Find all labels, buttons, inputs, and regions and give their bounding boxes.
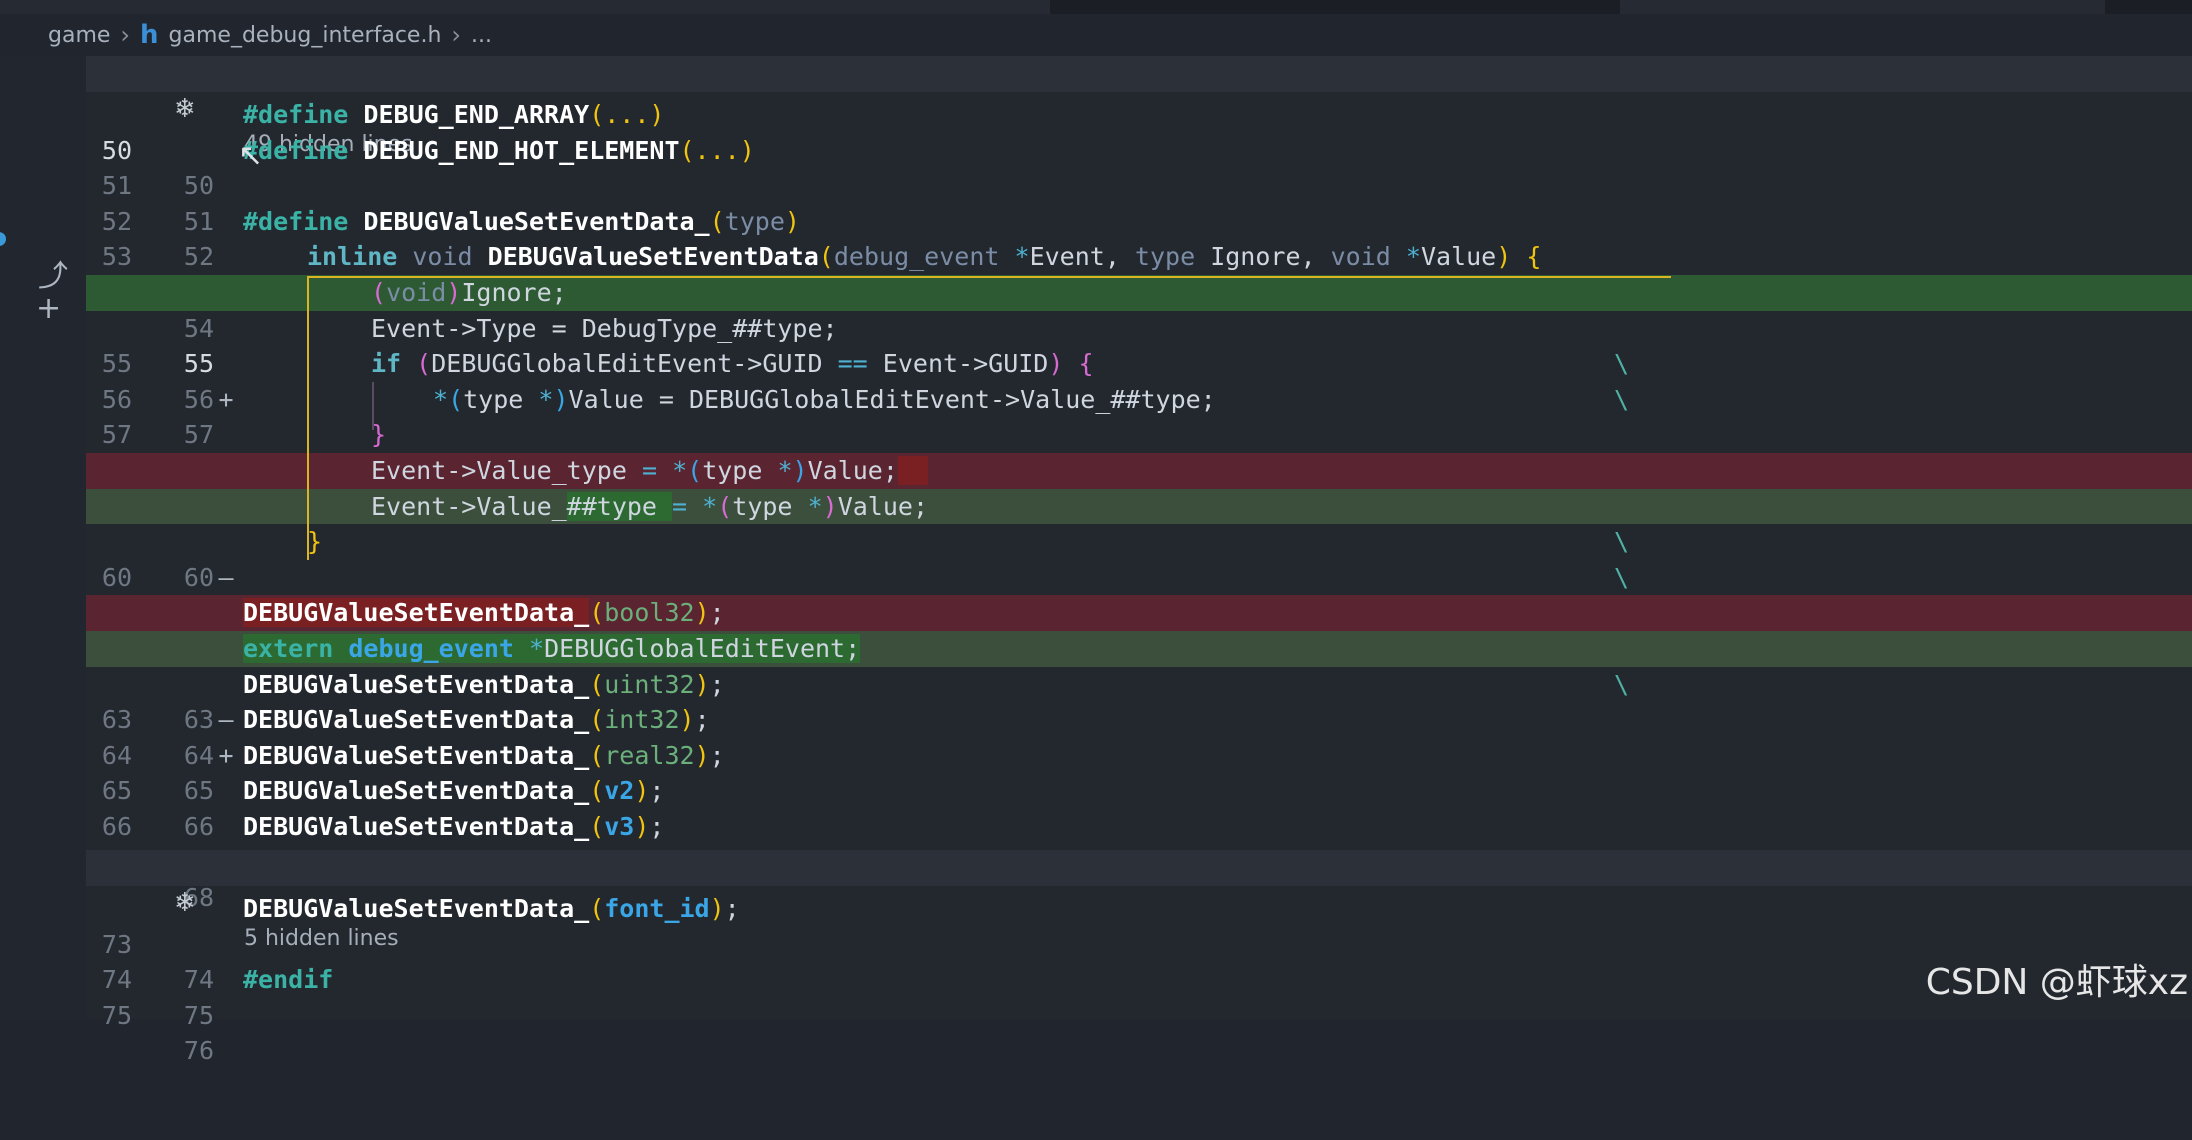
left-gutter: ⤴ + bbox=[0, 56, 86, 1019]
code-line: 63 64 DEBUGValueSetEventData_(uint32); bbox=[86, 667, 2192, 770]
code-text: if (DEBUGGlobalEditEvent->GUID == Event-… bbox=[371, 349, 1094, 379]
code-line: 51 51 #define DEBUG_END_HOT_ELEMENT(...) bbox=[86, 133, 2192, 236]
bracket-guide bbox=[307, 276, 1671, 278]
added-line: 55 + (void)Ignore; \ bbox=[86, 275, 2192, 485]
mouse-cursor-icon: ↖ bbox=[238, 138, 264, 173]
code-text: DEBUGValueSetEventData_(v3); bbox=[243, 812, 665, 841]
code-line: 50 50 #define DEBUG_END_ARRAY(...) bbox=[86, 97, 2192, 200]
code-text: #define DEBUG_END_ARRAY(...) bbox=[243, 100, 665, 129]
bracket-guide bbox=[307, 276, 309, 560]
code-text: DEBUGValueSetEventData_(bool32); bbox=[243, 598, 725, 628]
code-text: Event->Type = DebugType_##type; bbox=[371, 313, 838, 343]
added-line: 60 + Event->Value_##type = *(type *)Valu… bbox=[86, 488, 2192, 699]
code-text: DEBUGValueSetEventData_(int32); bbox=[243, 705, 710, 735]
code-line: 54 54 inline void DEBUGValueSetEventData… bbox=[86, 239, 2192, 413]
line-number-modified: 76 bbox=[183, 1036, 214, 1066]
watermark: CSDN @虾球xz bbox=[1925, 962, 2188, 1003]
code-line: 55 56 Event->Type = DebugType_##type; \ bbox=[86, 311, 2192, 485]
chevron-right-icon: › bbox=[120, 21, 131, 49]
code-text: extern debug_event *DEBUGGlobalEditEvent… bbox=[243, 634, 861, 663]
code-line: 52 52 bbox=[86, 168, 2192, 272]
chevron-right-icon: › bbox=[451, 21, 461, 49]
line-number-original: 75 bbox=[101, 1000, 132, 1030]
deleted-line: 62 — DEBUGValueSetEventData_(bool32); bbox=[86, 595, 2192, 734]
plus-icon[interactable]: + bbox=[36, 294, 61, 324]
code-text: } bbox=[307, 527, 323, 557]
hidden-lines-fold[interactable]: ❄ 5 hidden lines bbox=[86, 850, 2192, 951]
breadcrumb-folder[interactable]: game bbox=[48, 23, 110, 48]
code-line: 58 59 } \ bbox=[86, 417, 2192, 591]
code-text: #define DEBUGValueSetEventData_(type) bbox=[243, 206, 800, 236]
tab-area-left bbox=[0, 0, 1050, 14]
code-line: 73 74 DEBUGValueSetEventData_(font_id); bbox=[86, 891, 2192, 994]
diff-editor[interactable]: ❄ 49 hidden lines 50 50 #define DEBUG_EN… bbox=[86, 56, 2192, 1065]
code-line: 75 76 #endif bbox=[86, 962, 2192, 1065]
tab-area-right bbox=[1620, 0, 2105, 14]
header-file-icon: h bbox=[140, 20, 159, 50]
code-text: *(type *)Value = DEBUGGlobalEditEvent->V… bbox=[433, 384, 1216, 414]
breadcrumb-more[interactable]: ... bbox=[471, 23, 492, 48]
code-line: 60 61 } bbox=[86, 524, 2192, 627]
code-text: inline void DEBUGValueSetEventData(debug… bbox=[307, 242, 1542, 272]
code-line: 65 66 DEBUGValueSetEventData_(real32); bbox=[86, 738, 2192, 841]
indicator-dot bbox=[0, 232, 6, 246]
code-line: 66 67 DEBUGValueSetEventData_(v2); bbox=[86, 773, 2192, 876]
line-number-modified: 75 bbox=[183, 1000, 214, 1030]
code-line: 56 57 if (DEBUGGlobalEditEvent->GUID == … bbox=[86, 346, 2192, 520]
indent-guide bbox=[372, 382, 374, 430]
code-text: #define DEBUG_END_HOT_ELEMENT(...) bbox=[243, 135, 755, 165]
hidden-lines-fold[interactable]: ❄ 49 hidden lines bbox=[86, 56, 2192, 157]
breadcrumb: game › h game_debug_interface.h › ... bbox=[48, 18, 492, 52]
code-line: 64 65 DEBUGValueSetEventData_(int32); bbox=[86, 702, 2192, 805]
code-text: (void)Ignore; bbox=[371, 278, 567, 307]
revert-icon[interactable]: ⤴ bbox=[38, 262, 68, 292]
code-line: 61 62 bbox=[86, 560, 2192, 663]
code-text: Event->Value_##type = *(type *)Value; bbox=[371, 491, 928, 521]
code-line: 74 75 bbox=[86, 927, 2192, 1030]
code-text: DEBUGValueSetEventData_(real32); bbox=[243, 740, 725, 770]
code-line: 67 68 DEBUGValueSetEventData_(v3); bbox=[86, 809, 2192, 912]
code-text: DEBUGValueSetEventData_(font_id); bbox=[243, 894, 740, 923]
code-line: 53 53 #define DEBUGValueSetEventData_(ty… bbox=[86, 204, 2192, 378]
code-text: Event->Value_type = *(type *)Value; bbox=[371, 453, 929, 489]
added-line: 63 + extern debug_event *DEBUGGlobalEdit… bbox=[86, 631, 2192, 770]
code-text: DEBUGValueSetEventData_(uint32); bbox=[243, 669, 725, 699]
top-tab-strip bbox=[0, 0, 2192, 14]
code-text: #endif bbox=[243, 965, 334, 995]
deleted-line: 59 — Event->Value_type = *(type *)Value;… bbox=[86, 453, 2192, 663]
breadcrumb-file[interactable]: game_debug_interface.h bbox=[169, 23, 442, 48]
code-line: 57 58 *(type *)Value = DEBUGGlobalEditEv… bbox=[86, 382, 2192, 556]
code-text: DEBUGValueSetEventData_(v2); bbox=[243, 776, 665, 806]
